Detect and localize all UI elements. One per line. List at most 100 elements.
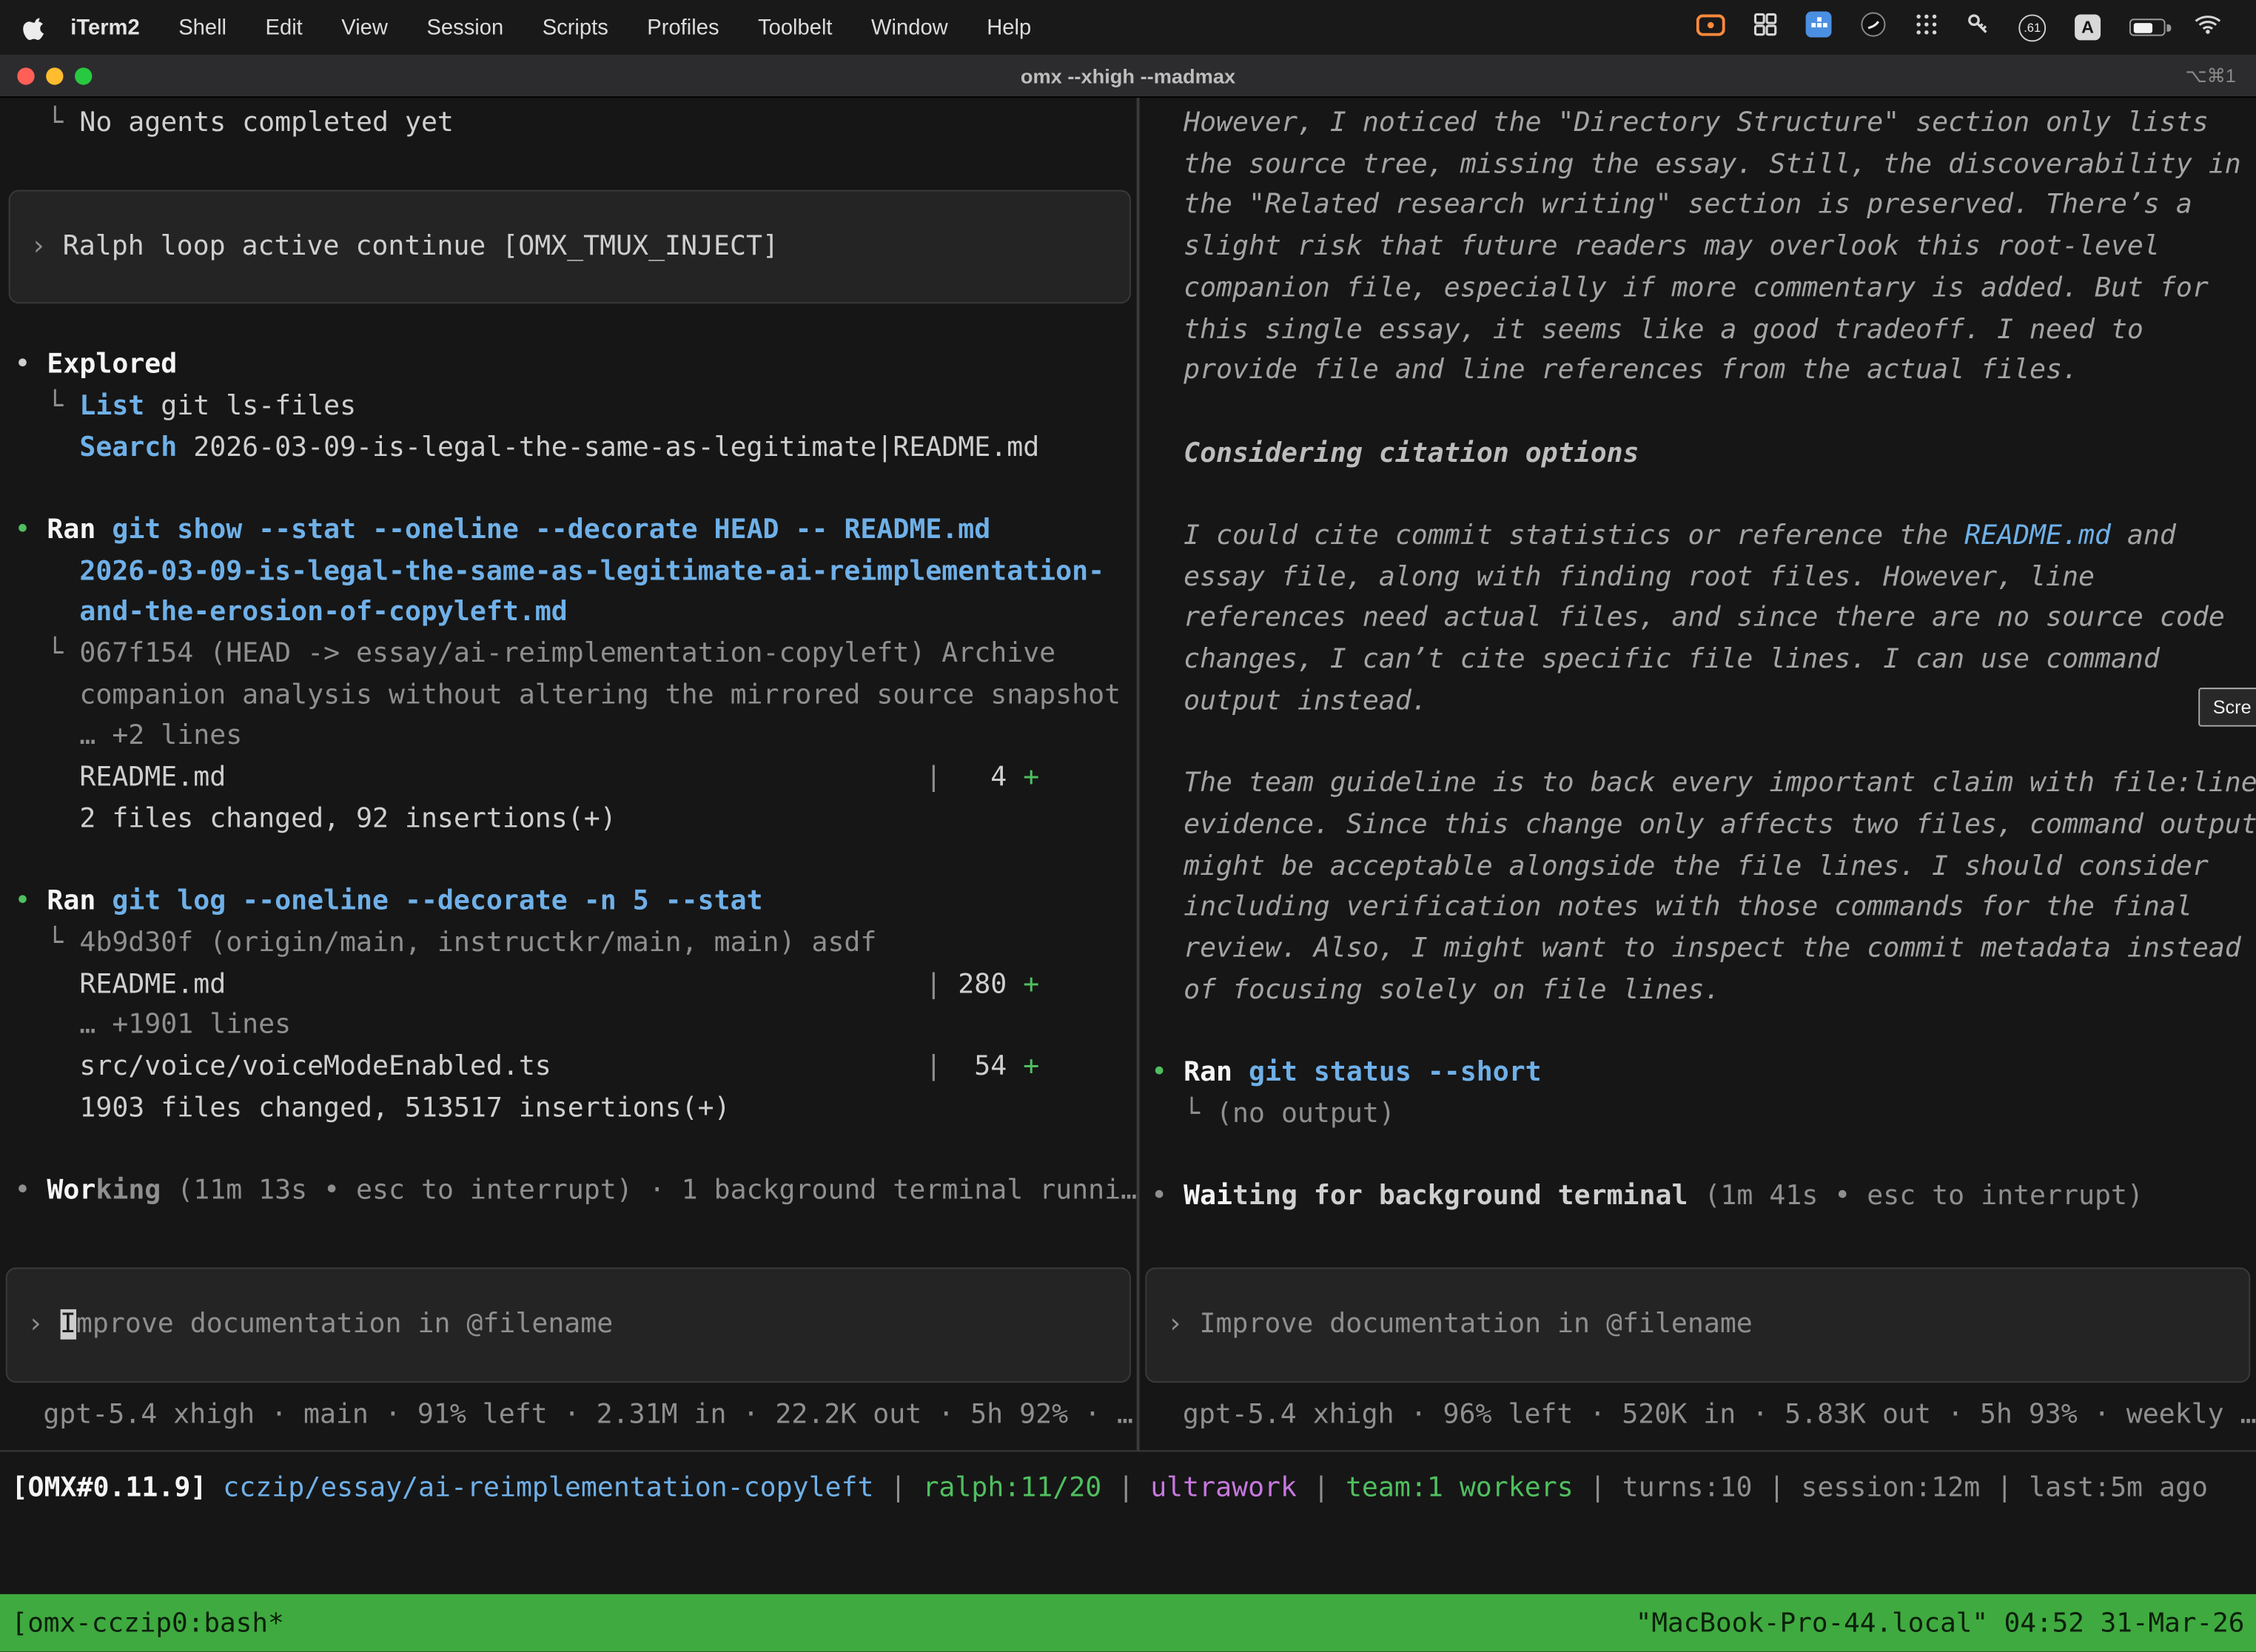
terminal-line: [OMX#0.11.9] cczip/essay/ai-reimplementa…: [12, 1469, 2208, 1511]
terminal-line: › Improve documentation in @filename: [1166, 1304, 1752, 1346]
terminal-line: • Ran git log --oneline --decorate -n 5 …: [14, 882, 1136, 924]
left-scrollback-main: • Explored └ List git ls-files Search 20…: [14, 304, 1136, 1212]
terminal-line: └ List git ls-files: [14, 387, 1136, 429]
tmux-host-time: "MacBook-Pro-44.local" 04:52 31-Mar-26: [1636, 1608, 2245, 1638]
terminal-line: README.md | 280 +: [14, 965, 1136, 1007]
input-source-icon[interactable]: A: [2075, 14, 2101, 40]
left-status-line: gpt-5.4 xhigh · main · 91% left · 2.31M …: [43, 1396, 1133, 1437]
terminal-line: provide file and line references from th…: [1151, 352, 2256, 393]
battery-icon[interactable]: [2129, 19, 2166, 36]
menu-item-app[interactable]: iTerm2: [70, 15, 139, 39]
terminal-line: … +1901 lines: [14, 1006, 1136, 1047]
terminal-line: [14, 841, 1136, 882]
blue-app-icon[interactable]: [1806, 12, 1832, 44]
terminal-line: the "Related research writing" section i…: [1151, 187, 2256, 228]
left-prompt-line: › Improve documentation in @filename: [27, 1304, 613, 1346]
wifi-icon[interactable]: [2194, 13, 2221, 41]
terminal-line: └ 067f154 (HEAD -> essay/ai-reimplementa…: [14, 634, 1136, 676]
terminal-line: [14, 469, 1136, 511]
terminal-line: 2 files changed, 92 insertions(+): [14, 799, 1136, 841]
menu-item[interactable]: Shell: [178, 15, 226, 39]
terminal-line: the source tree, missing the essay. Stil…: [1151, 145, 2256, 187]
terminal-line: › Ralph loop active continue [OMX_TMUX_I…: [30, 226, 779, 268]
terminal-line: [1151, 1012, 2256, 1053]
omx-status-line: [OMX#0.11.9] cczip/essay/ai-reimplementa…: [12, 1469, 2208, 1511]
window-shortcut-hint: ⌥⌘1: [2185, 64, 2235, 87]
menu-item[interactable]: Edit: [266, 15, 303, 39]
terminal-line: src/voice/voiceModeEnabled.ts | 54 +: [14, 1047, 1136, 1089]
terminal-line: might be acceptable alongside the file l…: [1151, 847, 2256, 888]
apple-menu-icon[interactable]: [23, 15, 44, 39]
terminal-line: [1151, 475, 2256, 517]
terminal-line: • Ran git show --stat --oneline --decora…: [14, 511, 1136, 552]
terminal-line: • Explored: [14, 346, 1136, 387]
terminal-line: gpt-5.4 xhigh · 96% left · 520K in · 5.8…: [1183, 1396, 2256, 1437]
tmux-session-label: [omx-cczip0:bash*: [12, 1608, 284, 1638]
left-prompt-box[interactable]: › Improve documentation in @filename: [6, 1268, 1131, 1383]
terminal-line: 2026-03-09-is-legal-the-same-as-legitima…: [14, 552, 1136, 594]
right-prompt-line: › Improve documentation in @filename: [1166, 1304, 1752, 1346]
battery-fill: [2133, 22, 2152, 33]
right-pane-status: gpt-5.4 xhigh · 96% left · 520K in · 5.8…: [1140, 1383, 2256, 1450]
menu-item[interactable]: Window: [871, 15, 948, 39]
inject-input-box[interactable]: › Ralph loop active continue [OMX_TMUX_I…: [9, 190, 1131, 304]
terminal-line: slight risk that future readers may over…: [1151, 227, 2256, 269]
dark-circle-app-icon[interactable]: [1860, 12, 1886, 44]
terminal-line: [1151, 393, 2256, 434]
left-terminal-pane[interactable]: └ No agents completed yet › Ralph loop a…: [0, 98, 1137, 1450]
tmux-status-bar: [omx-cczip0:bash* "MacBook-Pro-44.local"…: [0, 1594, 2256, 1652]
menu-item[interactable]: Profiles: [647, 15, 719, 39]
left-pane-bottom: › Improve documentation in @filename gpt…: [0, 1268, 1137, 1451]
right-status-line: gpt-5.4 xhigh · 96% left · 520K in · 5.8…: [1183, 1396, 2256, 1437]
terminal-line: [1151, 1136, 2256, 1178]
right-prompt-box[interactable]: › Improve documentation in @filename: [1145, 1268, 2250, 1383]
left-scrollback-top: └ No agents completed yet: [14, 104, 1136, 187]
menu-bar-status-icons: .61 A: [1696, 12, 2236, 44]
key-icon[interactable]: [1967, 13, 1990, 41]
terminal-line: [14, 1130, 1136, 1172]
terminal-line: review. Also, I might want to inspect th…: [1151, 930, 2256, 971]
terminal-line: companion analysis without altering the …: [14, 676, 1136, 717]
terminal-line: However, I noticed the "Directory Struct…: [1151, 104, 2256, 145]
terminal-line: • Working (11m 13s • esc to interrupt) ·…: [14, 1172, 1136, 1213]
terminal-line: └ No agents completed yet: [14, 104, 1136, 145]
menu-item[interactable]: Scripts: [543, 15, 608, 39]
window-title-bar[interactable]: omx --xhigh --madmax ⌥⌘1: [0, 55, 2256, 98]
dots-grid-icon[interactable]: [1915, 13, 1938, 41]
terminal-line: output instead.: [1151, 682, 2256, 723]
terminal-line: evidence. Since this change only affects…: [1151, 805, 2256, 847]
right-terminal-pane[interactable]: However, I noticed the "Directory Struct…: [1140, 98, 2256, 1450]
terminal-line: companion file, especially if more comme…: [1151, 269, 2256, 310]
tooltip: Scre: [2198, 688, 2256, 726]
menu-item[interactable]: Help: [987, 15, 1031, 39]
terminal-line: Considering citation options: [1151, 434, 2256, 475]
right-pane-bottom: › Improve documentation in @filename gpt…: [1140, 1268, 2256, 1451]
terminal-line: of focusing solely on file lines.: [1151, 971, 2256, 1013]
terminal-line: [14, 145, 1136, 187]
terminal-line: └ (no output): [1151, 1095, 2256, 1136]
menu-items: Shell Edit View Session Scripts Profiles Toolb…: [178, 15, 1031, 39]
terminal-line: └ 4b9d30f (origin/main, instructkr/main,…: [14, 924, 1136, 965]
screen: iTerm2 Shell Edit View Session Scripts Profil…: [0, 0, 2256, 1652]
terminal-line: I could cite commit statistics or refere…: [1151, 517, 2256, 558]
terminal-line: › Improve documentation in @filename: [27, 1304, 613, 1346]
menu-item[interactable]: Toolbelt: [758, 15, 833, 39]
menu-item[interactable]: View: [341, 15, 388, 39]
terminal-line: • Waiting for background terminal (1m 41…: [1151, 1178, 2256, 1219]
inject-input-line: › Ralph loop active continue [OMX_TMUX_I…: [30, 226, 779, 268]
left-pane-status: gpt-5.4 xhigh · main · 91% left · 2.31M …: [0, 1383, 1137, 1450]
screen-recording-icon[interactable]: [1696, 13, 1725, 41]
terminal-line: [14, 304, 1136, 346]
menu-bar: iTerm2 Shell Edit View Session Scripts Profil…: [0, 0, 2256, 55]
battery-percentage-badge-icon[interactable]: .61: [2018, 13, 2046, 41]
terminal-area: └ No agents completed yet › Ralph loop a…: [0, 98, 2256, 1450]
right-scrollback: However, I noticed the "Directory Struct…: [1151, 104, 2256, 1218]
terminal-line: and-the-erosion-of-copyleft.md: [14, 594, 1136, 635]
terminal-line: • Ran git status --short: [1151, 1053, 2256, 1095]
battery-nub: [2166, 24, 2170, 31]
menu-item[interactable]: Session: [426, 15, 503, 39]
omx-status-bar: [OMX#0.11.9] cczip/essay/ai-reimplementa…: [0, 1450, 2256, 1528]
terminal-line: [1151, 723, 2256, 765]
terminal-line: … +2 lines: [14, 717, 1136, 759]
window-grid-icon[interactable]: [1754, 13, 1777, 41]
